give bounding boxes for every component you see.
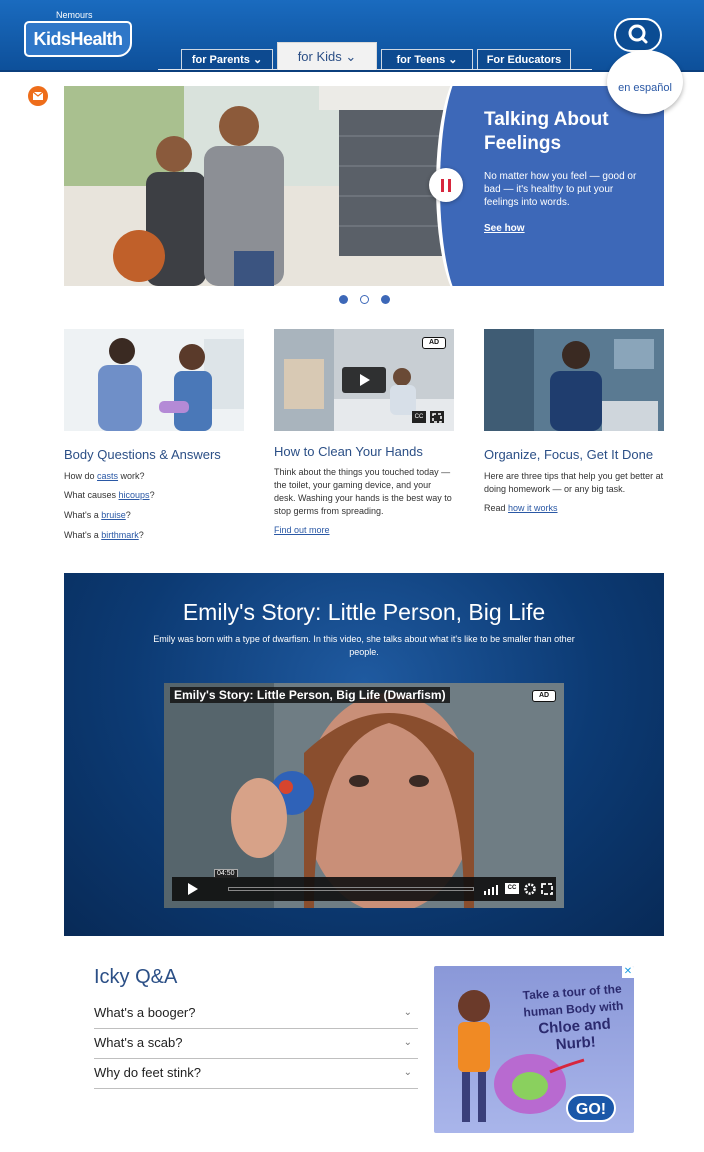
tab-label: for Kids [297, 49, 342, 64]
card-image-organize[interactable] [484, 329, 664, 431]
carousel-dot-2[interactable] [360, 295, 369, 304]
text: ? [149, 490, 155, 500]
fullscreen-icon[interactable] [430, 411, 444, 423]
card-question: How do casts work? [64, 470, 145, 483]
tab-teens[interactable]: for Teens ⌄ [381, 49, 473, 69]
chevron-down-icon: ⌄ [403, 1007, 412, 1018]
video-controls: CC [172, 877, 556, 901]
card-question: What's a bruise? [64, 509, 131, 522]
pause-button[interactable] [429, 168, 463, 202]
text: ? [125, 510, 131, 520]
email-button[interactable] [28, 86, 48, 106]
question-text: What's a booger? [94, 1005, 196, 1020]
card-image-body-questions[interactable] [64, 329, 244, 431]
video-player[interactable]: Emily's Story: Little Person, Big Life (… [164, 683, 564, 908]
chevron-down-icon: ⌄ [403, 1037, 412, 1048]
hero-description: No matter how you feel — good or bad — i… [484, 171, 637, 208]
brand-name: KidsHealth [24, 21, 132, 57]
search-button[interactable] [614, 18, 662, 52]
card-title-organize[interactable]: Organize, Focus, Get It Done [484, 447, 653, 462]
card-question: What causes hicoups? [64, 489, 155, 502]
ad-go-button[interactable]: GO! [566, 1094, 616, 1122]
card-description: Here are three tips that help you get be… [484, 471, 664, 494]
accordion-item-scab[interactable]: What's a scab? ⌄ [94, 1029, 418, 1059]
question-text: What's a scab? [94, 1035, 183, 1050]
text: What causes [64, 490, 119, 500]
card-title-body-questions[interactable]: Body Questions & Answers [64, 447, 221, 462]
birthmark-link[interactable]: birthmark [101, 530, 139, 540]
card-description: Think about the things you touched today… [274, 467, 452, 516]
hero-link[interactable]: See how [484, 223, 525, 234]
icky-qa-title: Icky Q&A [94, 966, 178, 988]
tab-label: For Educators [486, 54, 562, 66]
how-it-works-link[interactable]: how it works [508, 503, 558, 513]
fullscreen-icon[interactable] [540, 877, 554, 901]
cc-icon[interactable]: CC [412, 411, 426, 423]
text: ? [138, 530, 144, 540]
bruise-link[interactable]: bruise [101, 510, 126, 520]
card-read-line: Read how it works [484, 502, 558, 515]
tab-kids[interactable]: for Kids ⌄ [277, 42, 377, 70]
cc-icon[interactable]: CC [505, 883, 519, 894]
espanol-label: en español [618, 82, 672, 94]
hero-photo [64, 86, 464, 286]
find-out-more-link[interactable]: Find out more [274, 524, 330, 537]
close-icon[interactable]: ✕ [622, 966, 634, 978]
text: Read [484, 503, 509, 513]
card-video-clean-hands[interactable]: AD CC [274, 329, 454, 431]
chevron-down-icon: ⌄ [345, 49, 357, 64]
carousel-dot-1[interactable] [339, 295, 348, 304]
tab-label: for Parents [191, 54, 250, 66]
student-photo [484, 329, 664, 431]
audio-description-badge: AD [422, 337, 446, 349]
play-icon[interactable] [178, 877, 208, 901]
doctor-photo [64, 329, 244, 431]
card-title-clean-hands[interactable]: How to Clean Your Hands [274, 444, 423, 459]
chevron-down-icon: ⌄ [448, 54, 458, 66]
chevron-down-icon: ⌄ [252, 54, 263, 66]
video-section-title: Emily's Story: Little Person, Big Life [182, 599, 546, 625]
search-icon [628, 24, 648, 44]
kidshealth-logo[interactable]: Nemours KidsHealth [24, 10, 132, 57]
tab-label: for Teens [396, 54, 446, 66]
accordion-item-feet[interactable]: Why do feet stink? ⌄ [94, 1059, 418, 1089]
settings-gear-icon[interactable] [523, 877, 537, 901]
text: What's a [64, 530, 102, 540]
card-question: What's a birthmark? [64, 529, 144, 542]
video-progress-bar[interactable] [228, 887, 474, 891]
casts-link[interactable]: casts [97, 471, 118, 481]
question-text: Why do feet stink? [94, 1065, 201, 1080]
text: What's a [64, 510, 102, 520]
brand-small: Nemours [56, 10, 93, 20]
hero-carousel: Talking About Feelings No matter how you… [64, 86, 664, 286]
chevron-down-icon: ⌄ [403, 1067, 412, 1078]
text: How do [64, 471, 98, 481]
ad-headline: Take a tour of the human Body with Chloe… [516, 980, 632, 1056]
tab-educators[interactable]: For Educators [477, 49, 571, 69]
volume-icon[interactable] [482, 877, 500, 901]
video-section-description: Emily was born with a type of dwarfism. … [153, 634, 575, 657]
audio-description-badge: AD [532, 690, 556, 702]
play-button[interactable] [342, 367, 386, 393]
hicoups-link[interactable]: hicoups [119, 490, 150, 500]
espanol-link[interactable]: en español [607, 50, 683, 114]
video-feature-section: Emily's Story: Little Person, Big Life E… [64, 573, 664, 936]
carousel-dot-3[interactable] [381, 295, 390, 304]
mail-icon [32, 91, 44, 100]
tab-parents[interactable]: for Parents ⌄ [181, 49, 273, 69]
hero-title: Talking About Feelings [484, 109, 609, 154]
advertisement-banner[interactable]: Take a tour of the human Body with Chloe… [434, 966, 634, 1133]
play-icon [360, 374, 370, 386]
text: work? [118, 471, 145, 481]
accordion-item-booger[interactable]: What's a booger? ⌄ [94, 999, 418, 1029]
video-title: Emily's Story: Little Person, Big Life (… [170, 687, 450, 703]
